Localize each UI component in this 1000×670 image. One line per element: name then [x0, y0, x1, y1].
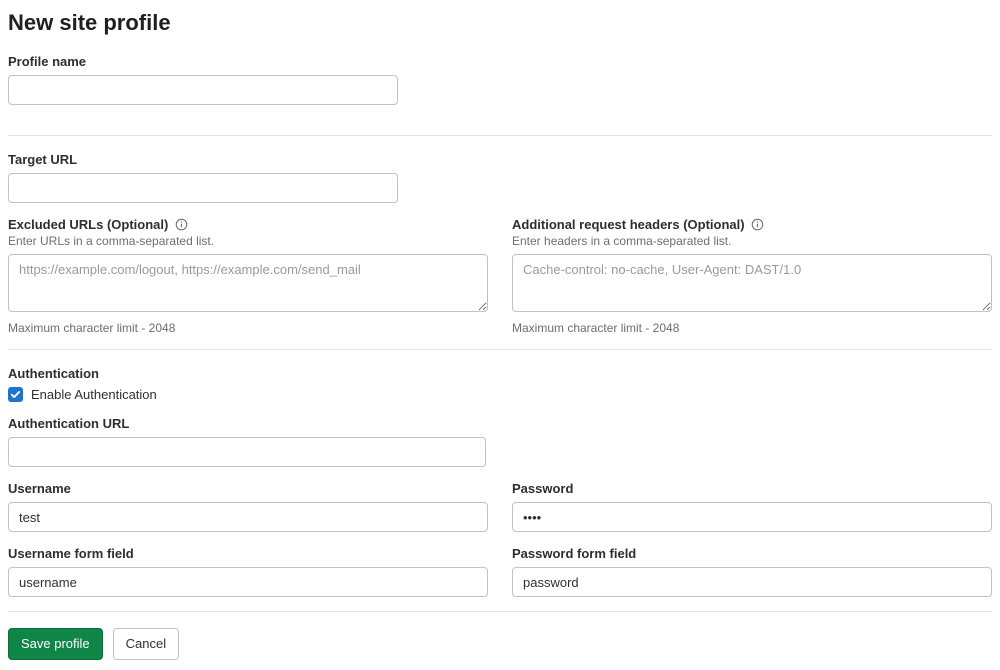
- excluded-urls-label: Excluded URLs (Optional): [8, 217, 168, 232]
- url-headers-row: Excluded URLs (Optional) Enter URLs in a…: [8, 217, 992, 335]
- info-icon[interactable]: [751, 218, 765, 232]
- request-headers-limit: Maximum character limit - 2048: [512, 321, 992, 335]
- username-form-field-section: Username form field: [8, 546, 488, 597]
- authentication-section: Authentication Enable Authentication Aut…: [8, 366, 992, 597]
- password-section: Password: [512, 481, 992, 532]
- profile-name-input[interactable]: [8, 75, 398, 105]
- save-button[interactable]: Save profile: [8, 628, 103, 660]
- request-headers-helper: Enter headers in a comma-separated list.: [512, 234, 992, 248]
- username-label: Username: [8, 481, 488, 496]
- auth-url-label: Authentication URL: [8, 416, 992, 431]
- username-input[interactable]: [8, 502, 488, 532]
- divider: [8, 349, 992, 350]
- cancel-button[interactable]: Cancel: [113, 628, 179, 660]
- auth-section-label: Authentication: [8, 366, 992, 381]
- profile-name-section: Profile name: [8, 54, 992, 121]
- username-section: Username: [8, 481, 488, 532]
- target-url-input[interactable]: [8, 173, 398, 203]
- enable-auth-label: Enable Authentication: [31, 387, 157, 402]
- excluded-urls-section: Excluded URLs (Optional) Enter URLs in a…: [8, 217, 488, 335]
- info-icon[interactable]: [174, 218, 188, 232]
- username-form-field-input[interactable]: [8, 567, 488, 597]
- target-url-section: Target URL: [8, 152, 992, 203]
- username-form-field-label: Username form field: [8, 546, 488, 561]
- password-label: Password: [512, 481, 992, 496]
- profile-name-label: Profile name: [8, 54, 992, 69]
- target-url-label: Target URL: [8, 152, 992, 167]
- password-form-field-label: Password form field: [512, 546, 992, 561]
- password-form-field-section: Password form field: [512, 546, 992, 597]
- auth-url-input[interactable]: [8, 437, 486, 467]
- excluded-urls-textarea[interactable]: [8, 254, 488, 312]
- divider: [8, 611, 992, 612]
- auth-url-section: Authentication URL: [8, 416, 992, 467]
- actions-row: Save profile Cancel: [8, 628, 992, 660]
- request-headers-textarea[interactable]: [512, 254, 992, 312]
- credentials-row: Username Password: [8, 481, 992, 532]
- excluded-urls-limit: Maximum character limit - 2048: [8, 321, 488, 335]
- request-headers-section: Additional request headers (Optional) En…: [512, 217, 992, 335]
- excluded-urls-helper: Enter URLs in a comma-separated list.: [8, 234, 488, 248]
- enable-auth-checkbox[interactable]: [8, 387, 23, 402]
- password-form-field-input[interactable]: [512, 567, 992, 597]
- request-headers-label: Additional request headers (Optional): [512, 217, 745, 232]
- page-title: New site profile: [8, 10, 992, 36]
- form-fields-row: Username form field Password form field: [8, 546, 992, 597]
- divider: [8, 135, 992, 136]
- password-input[interactable]: [512, 502, 992, 532]
